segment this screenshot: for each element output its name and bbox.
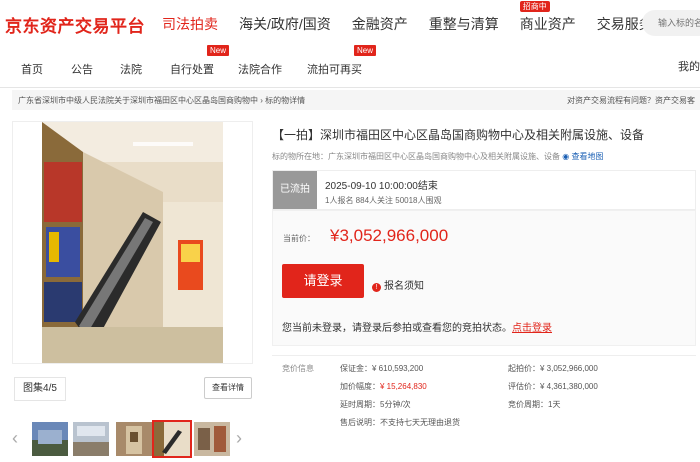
view-details-button[interactable]: 查看详情 xyxy=(204,377,252,399)
increment-value: ¥ 15,264,830 xyxy=(380,382,427,391)
subnav-home[interactable]: 首页 xyxy=(21,61,43,77)
price-label: 当前价： xyxy=(283,234,315,243)
chevron-right-icon[interactable]: › xyxy=(236,428,242,449)
increment-label: 加价幅度： xyxy=(340,382,380,391)
appraisal-price: 评估价：¥ 4,361,380,000 xyxy=(508,382,598,391)
click-login-link[interactable]: 点击登录 xyxy=(512,323,552,334)
sub-nav: 首页 公告 法院 自行处置 New 法院合作 流拍可再买 New 我的 xyxy=(0,45,700,88)
nav-commercial-label: 商业资产 xyxy=(519,16,576,32)
status-badge: 已流拍 xyxy=(273,171,317,209)
increment: 加价幅度：¥ 15,264,830 xyxy=(340,381,427,392)
delay-period: 延时周期：5分钟/次 xyxy=(340,400,411,409)
nav-commercial-assets[interactable]: 招商中 商业资产 xyxy=(519,1,576,34)
registration-notice-link[interactable]: ! 报名须知 xyxy=(372,277,424,292)
my-account-link[interactable]: 我的 xyxy=(678,58,700,74)
nav-customs-gov[interactable]: 海关/政府/国资 xyxy=(239,14,331,34)
top-header: 京东资产交易平台 司法拍卖 海关/政府/国资 金融资产 重整与清算 招商中 商业… xyxy=(0,0,700,48)
thumbnail[interactable] xyxy=(194,422,230,456)
breadcrumb: 广东省深圳市中级人民法院关于深圳市福田区中心区晶岛国商购物中 › 标的物详情 对… xyxy=(12,90,700,110)
chevron-left-icon[interactable]: ‹ xyxy=(12,428,18,449)
nav-restructuring[interactable]: 重整与清算 xyxy=(429,14,499,34)
auction-status-box: 已流拍 2025-09-10 10:00:00结束 1人报名 884人关注 50… xyxy=(272,170,696,210)
recruiting-badge: 招商中 xyxy=(519,1,550,12)
auction-stats: 1人报名 884人关注 50018人围观 xyxy=(325,196,442,205)
subnav-self-disposal[interactable]: 自行处置 xyxy=(170,61,214,77)
gallery-counter: 图集4/5 xyxy=(14,377,66,401)
new-badge: New xyxy=(354,45,377,56)
start-price: 起拍价：¥ 3,052,966,000 xyxy=(508,364,598,373)
lot-location: 标的物所在地：广东深圳市福田区中心区晶岛国商购物中心及相关附属设施、设备 ◉ 查… xyxy=(272,151,603,162)
bid-period: 竞价周期：1天 xyxy=(508,400,561,409)
current-price: ¥3,052,966,000 xyxy=(330,226,449,245)
notice-label: 报名须知 xyxy=(384,281,424,292)
main-photo[interactable] xyxy=(12,121,253,364)
search-input[interactable] xyxy=(642,10,700,36)
new-badge: New xyxy=(207,45,230,56)
subnav-courts[interactable]: 法院 xyxy=(120,61,142,77)
site-logo[interactable]: 京东资产交易平台 xyxy=(5,12,145,37)
location-label: 标的物所在地： xyxy=(272,152,328,161)
lot-title: 【一拍】深圳市福田区中心区晶岛国商购物中心及相关附属设施、设备 xyxy=(272,128,645,142)
login-tip-text: 您当前未登录，请登录后参拍或查看您的竞拍状态。 xyxy=(282,323,512,334)
login-button[interactable]: 请登录 xyxy=(282,264,364,298)
thumbnail-strip: ‹ › xyxy=(12,418,253,462)
main-nav: 司法拍卖 海关/政府/国资 金融资产 重整与清算 招商中 商业资产 交易服务 xyxy=(162,1,674,34)
view-map-link[interactable]: 查看地图 xyxy=(571,152,603,161)
nav-judicial-auction[interactable]: 司法拍卖 xyxy=(162,14,218,34)
bid-info-heading: 竞价信息 xyxy=(282,364,314,373)
map-pin-icon: ◉ xyxy=(562,152,570,161)
thumbnail[interactable] xyxy=(73,422,109,456)
subnav-announcements[interactable]: 公告 xyxy=(71,61,93,77)
deposit: 保证金：¥ 610,593,200 xyxy=(340,364,424,373)
thumbnail[interactable] xyxy=(116,422,152,456)
thumbnail[interactable] xyxy=(32,422,68,456)
help-link[interactable]: 对资产交易流程有问题？资产交易客 xyxy=(567,95,695,106)
login-tip: 您当前未登录，请登录后参拍或查看您的竞拍状态。点击登录 xyxy=(282,319,552,334)
bid-info: 竞价信息 保证金：¥ 610,593,200 起拍价：¥ 3,052,966,0… xyxy=(272,355,696,462)
mall-escalator-image xyxy=(42,122,223,363)
thumbnail-selected[interactable] xyxy=(152,420,192,458)
nav-financial-assets[interactable]: 金融资产 xyxy=(352,14,408,34)
gallery-bar: 图集4/5 查看详情 xyxy=(12,374,253,402)
after-sale-note: 售后说明：不支持七天无理由退货 xyxy=(340,418,460,427)
location-value: 广东深圳市福田区中心区晶岛国商购物中心及相关附属设施、设备 xyxy=(328,152,560,161)
breadcrumb-path[interactable]: 广东省深圳市中级人民法院关于深圳市福田区中心区晶岛国商购物中 › 标的物详情 xyxy=(18,95,305,106)
end-time: 2025-09-10 10:00:00结束 xyxy=(325,181,438,192)
subnav-court-cooperation[interactable]: 法院合作 xyxy=(238,61,282,77)
info-icon: ! xyxy=(372,283,381,292)
subnav-resale[interactable]: 流拍可再买 xyxy=(307,61,362,77)
search-box xyxy=(642,10,700,36)
